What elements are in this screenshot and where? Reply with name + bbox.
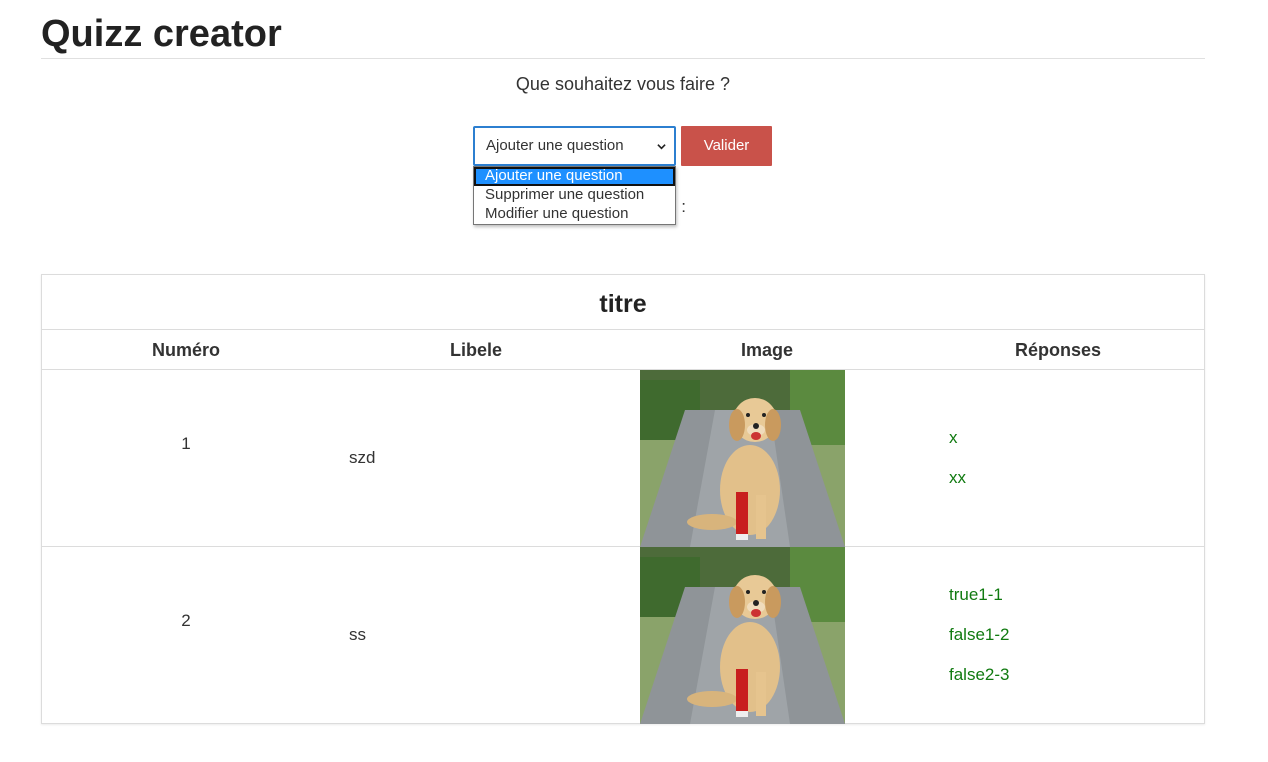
question-label: szd [349,448,376,467]
question-number: 2 [181,611,191,630]
option-modifier[interactable]: Modifier une question [474,205,675,224]
dog-image [640,547,845,724]
answers-list: true1-1 false1-2 false2-3 [949,585,1009,705]
table-row: 2 ss true1-1 false1-2 false2-3 [42,547,1204,724]
action-prompt: Que souhaitez vous faire ? [515,74,731,94]
valider-button[interactable]: Valider [681,126,772,166]
question-image [640,370,845,547]
column-header-libele: Libele [449,340,503,360]
quiz-title: titre [42,275,1204,330]
page-title: Quizz creator [41,13,282,55]
option-ajouter[interactable]: Ajouter une question [474,167,675,186]
answer-item: true1-1 [949,585,1003,604]
action-dropdown-list: Ajouter une question Supprimer une quest… [473,166,676,225]
quiz-table: titre Numéro Libele Image Réponses 1 szd [41,274,1205,724]
dog-image [640,370,845,547]
question-image [640,547,845,724]
question-label: ss [349,625,366,644]
answer-item: xx [949,468,966,487]
answer-item: false1-2 [949,625,1010,644]
action-select-value: Ajouter une question [486,137,624,154]
table-row: 1 szd x xx [42,370,1204,547]
column-header-numero: Numéro [151,340,221,360]
column-header-image: Image [740,340,794,360]
title-divider [41,58,1205,59]
chevron-down-icon [657,144,666,150]
answer-item: x [949,428,958,447]
question-number: 1 [181,434,191,453]
answers-list: x xx [949,428,966,508]
option-supprimer[interactable]: Supprimer une question [474,186,675,205]
action-select[interactable]: Ajouter une question [473,126,676,166]
table-header: Numéro Libele Image Réponses [42,330,1204,370]
column-header-reponses: Réponses [1014,340,1102,360]
answer-item: false2-3 [949,665,1010,684]
